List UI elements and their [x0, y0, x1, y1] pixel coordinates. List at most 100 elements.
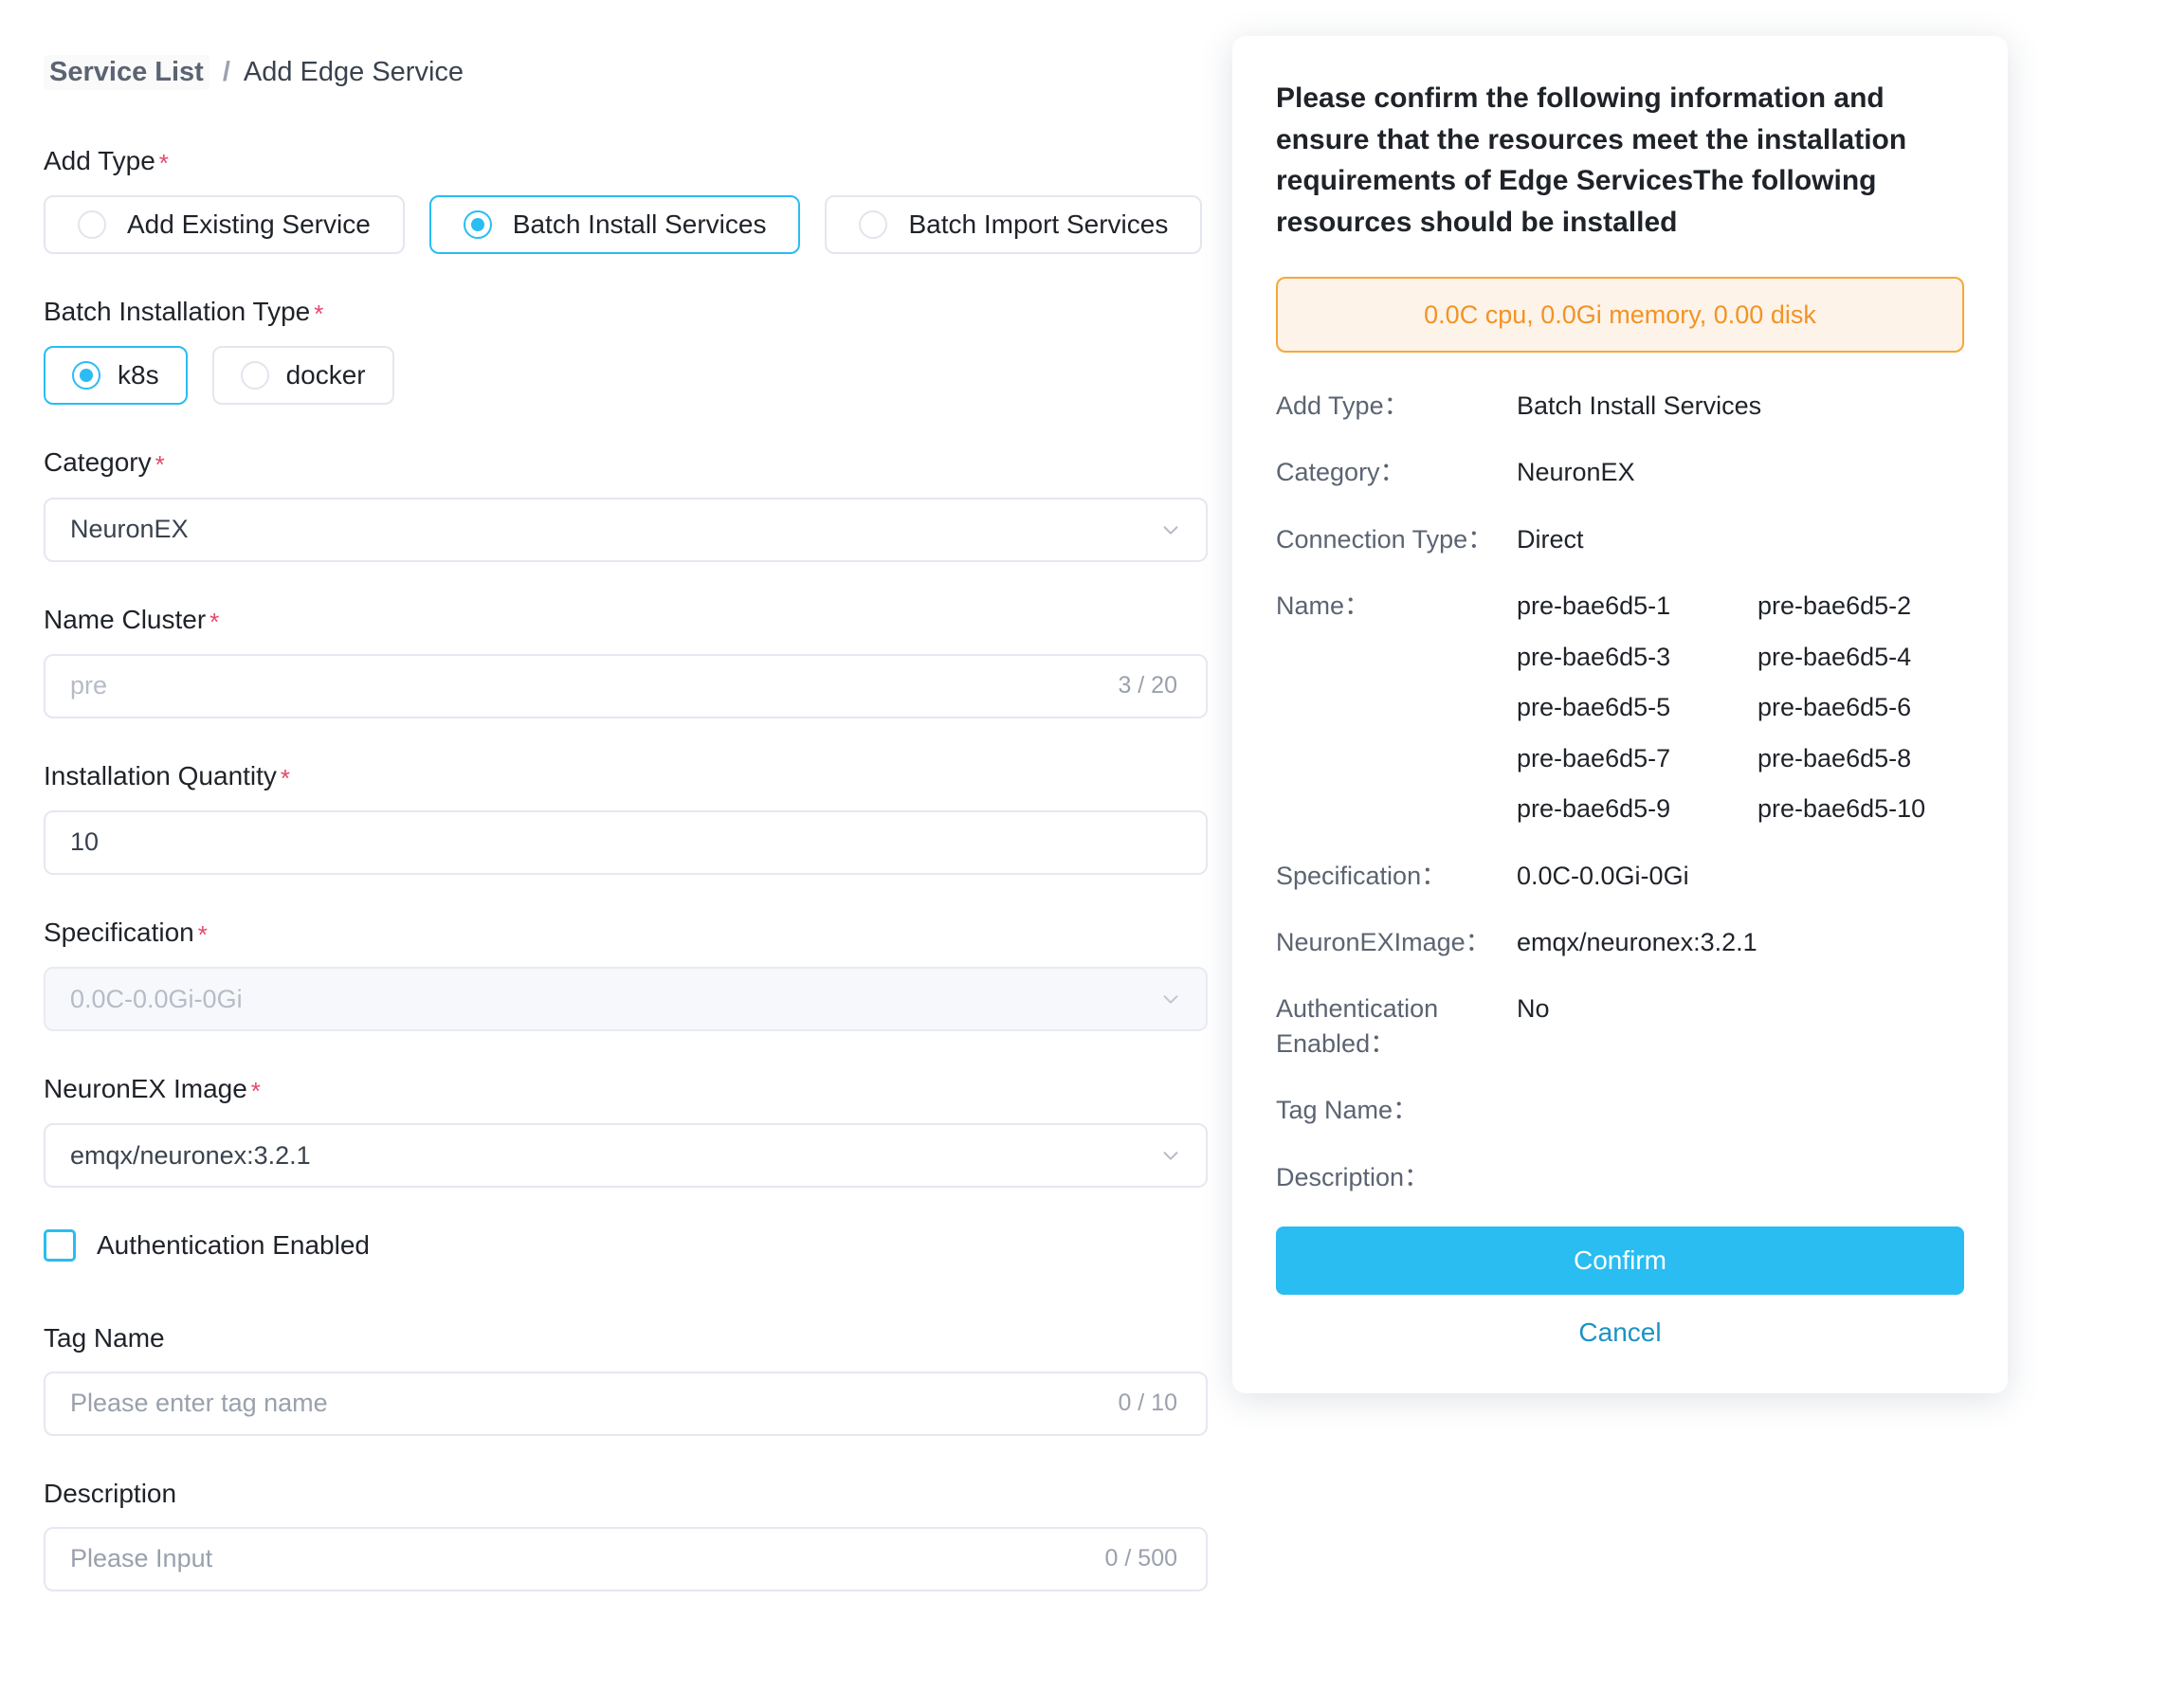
- batch-installation-type-label: Batch Installation Type*: [44, 296, 1232, 329]
- service-name-item: pre-bae6d5-9: [1517, 791, 1757, 826]
- summary-row-tag-name: Tag Name：: [1276, 1093, 1964, 1127]
- summary-value: No: [1517, 991, 1964, 1026]
- radio-circle-selected-icon: [464, 210, 492, 239]
- required-asterisk: *: [209, 608, 219, 636]
- name-cluster-label-text: Name Cluster: [44, 605, 206, 634]
- installation-quantity-value: 10: [70, 827, 1181, 857]
- specification-value: 0.0C-0.0Gi-0Gi: [70, 985, 1160, 1014]
- radio-label: Batch Import Services: [908, 209, 1168, 240]
- radio-circle-icon: [241, 361, 269, 390]
- chevron-down-icon: [1160, 519, 1181, 540]
- cancel-button[interactable]: Cancel: [1276, 1295, 1964, 1350]
- summary-key: Name：: [1276, 589, 1517, 623]
- summary-row-category: Category： NeuronEX: [1276, 455, 1964, 489]
- add-type-radio-group: Add Existing Service Batch Install Servi…: [44, 195, 1232, 254]
- summary-row-specification: Specification： 0.0C-0.0Gi-0Gi: [1276, 859, 1964, 893]
- radio-label: docker: [286, 360, 366, 391]
- service-name-item: pre-bae6d5-5: [1517, 690, 1757, 724]
- summary-key: Tag Name：: [1276, 1093, 1517, 1127]
- required-asterisk: *: [251, 1077, 261, 1105]
- checkbox-icon[interactable]: [44, 1229, 76, 1262]
- edge-service-form: Service List / Add Edge Service Add Type…: [0, 0, 1232, 1633]
- summary-key: Category：: [1276, 455, 1517, 489]
- service-name-item: pre-bae6d5-3: [1517, 640, 1757, 674]
- confirm-button[interactable]: Confirm: [1276, 1226, 1964, 1295]
- description-counter: 0 / 500: [1105, 1545, 1181, 1572]
- authentication-enabled-checkbox-row[interactable]: Authentication Enabled: [44, 1229, 1232, 1262]
- chevron-down-icon: [1160, 989, 1181, 1009]
- field-specification: Specification* 0.0C-0.0Gi-0Gi: [44, 917, 1232, 1031]
- radio-circle-selected-icon: [72, 361, 100, 390]
- field-tag-name: Tag Name Please enter tag name 0 / 10: [44, 1322, 1232, 1436]
- resource-requirement-banner: 0.0C cpu, 0.0Gi memory, 0.00 disk: [1276, 277, 1964, 353]
- tag-name-counter: 0 / 10: [1118, 1390, 1181, 1417]
- tag-name-input[interactable]: Please enter tag name 0 / 10: [44, 1372, 1208, 1436]
- description-input[interactable]: Please Input 0 / 500: [44, 1527, 1208, 1591]
- name-cluster-counter: 3 / 20: [1118, 672, 1181, 700]
- neuronex-image-label: NeuronEX Image*: [44, 1073, 1232, 1106]
- description-placeholder: Please Input: [70, 1544, 1105, 1573]
- required-asterisk: *: [314, 300, 323, 328]
- field-description: Description Please Input 0 / 500: [44, 1478, 1232, 1591]
- batch-installation-type-radio-group: k8s docker: [44, 346, 1232, 405]
- radio-batch-install-services[interactable]: Batch Install Services: [429, 195, 801, 254]
- radio-docker[interactable]: docker: [212, 346, 394, 405]
- confirm-panel-wrapper: Please confirm the following information…: [1232, 0, 2167, 1393]
- description-label: Description: [44, 1478, 1232, 1510]
- required-asterisk: *: [198, 920, 208, 949]
- service-name-grid: pre-bae6d5-1 pre-bae6d5-2 pre-bae6d5-3 p…: [1517, 589, 1998, 826]
- tag-name-placeholder: Please enter tag name: [70, 1389, 1118, 1418]
- radio-add-existing-service[interactable]: Add Existing Service: [44, 195, 405, 254]
- breadcrumb-service-list-link[interactable]: Service List: [44, 55, 209, 90]
- category-value: NeuronEX: [70, 515, 1160, 544]
- confirm-panel: Please confirm the following information…: [1232, 36, 2008, 1393]
- summary-row-authentication-enabled: Authentication Enabled： No: [1276, 991, 1964, 1061]
- radio-label: Batch Install Services: [513, 209, 767, 240]
- field-installation-quantity: Installation Quantity* 10: [44, 760, 1232, 875]
- neuronex-image-select[interactable]: emqx/neuronex:3.2.1: [44, 1123, 1208, 1188]
- field-name-cluster: Name Cluster* pre 3 / 20: [44, 604, 1232, 718]
- summary-row-description: Description：: [1276, 1160, 1964, 1194]
- resource-requirement-text: 0.0C cpu, 0.0Gi memory, 0.00 disk: [1424, 300, 1816, 330]
- service-name-item: pre-bae6d5-4: [1757, 640, 1998, 674]
- summary-key: Specification：: [1276, 859, 1517, 893]
- radio-label: Add Existing Service: [127, 209, 371, 240]
- summary-row-connection-type: Connection Type： Direct: [1276, 522, 1964, 556]
- add-type-label: Add Type*: [44, 145, 1232, 178]
- radio-circle-icon: [859, 210, 887, 239]
- summary-row-neuronex-image: NeuronEXImage： emqx/neuronex:3.2.1: [1276, 925, 1964, 959]
- confirm-panel-title: Please confirm the following information…: [1276, 78, 1964, 243]
- radio-k8s[interactable]: k8s: [44, 346, 188, 405]
- summary-value: Direct: [1517, 522, 1964, 556]
- name-cluster-input[interactable]: pre 3 / 20: [44, 654, 1208, 718]
- add-edge-service-page: Service List / Add Edge Service Add Type…: [0, 0, 2167, 1708]
- summary-row-add-type: Add Type： Batch Install Services: [1276, 389, 1964, 423]
- neuronex-image-value: emqx/neuronex:3.2.1: [70, 1141, 1160, 1171]
- radio-circle-icon: [78, 210, 106, 239]
- breadcrumb-current-page: Add Edge Service: [244, 57, 464, 88]
- field-neuronex-image: NeuronEX Image* emqx/neuronex:3.2.1: [44, 1073, 1232, 1188]
- radio-batch-import-services[interactable]: Batch Import Services: [825, 195, 1202, 254]
- neuronex-image-label-text: NeuronEX Image: [44, 1074, 247, 1103]
- required-asterisk: *: [281, 764, 290, 792]
- service-name-item: pre-bae6d5-2: [1757, 589, 1998, 623]
- service-name-item: pre-bae6d5-6: [1757, 690, 1998, 724]
- required-asterisk: *: [159, 149, 169, 177]
- summary-value: NeuronEX: [1517, 455, 1964, 489]
- summary-value: Batch Install Services: [1517, 389, 1964, 423]
- batch-installation-type-label-text: Batch Installation Type: [44, 297, 310, 326]
- installation-quantity-input[interactable]: 10: [44, 810, 1208, 875]
- category-label: Category*: [44, 446, 1232, 480]
- category-select[interactable]: NeuronEX: [44, 498, 1208, 562]
- specification-select[interactable]: 0.0C-0.0Gi-0Gi: [44, 967, 1208, 1031]
- summary-key: NeuronEXImage：: [1276, 925, 1517, 959]
- add-type-label-text: Add Type: [44, 146, 155, 175]
- summary-value: emqx/neuronex:3.2.1: [1517, 925, 1964, 959]
- summary-key: Authentication Enabled：: [1276, 991, 1517, 1061]
- service-name-item: pre-bae6d5-1: [1517, 589, 1757, 623]
- summary-key: Add Type：: [1276, 389, 1517, 423]
- name-cluster-value: pre: [70, 671, 1118, 700]
- specification-label-text: Specification: [44, 918, 194, 947]
- required-asterisk: *: [155, 450, 165, 479]
- chevron-down-icon: [1160, 1145, 1181, 1166]
